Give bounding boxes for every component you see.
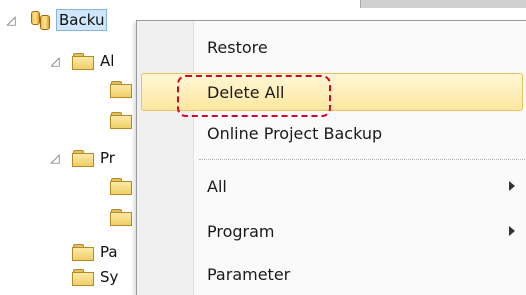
folder-icon [110, 178, 132, 195]
context-menu: Restore Delete All Online Project Backup… [136, 20, 526, 295]
menu-item-online-project-backup[interactable]: Online Project Backup [141, 115, 526, 151]
folder-icon [110, 112, 132, 129]
tree-item-al[interactable]: ◿ Al [48, 49, 114, 73]
tree-item-label: Sy [100, 268, 119, 286]
submenu-arrow-icon [509, 181, 515, 191]
tree-item-label: Pa [100, 243, 118, 261]
tree-item-child[interactable] [110, 205, 132, 229]
tree-item-child[interactable] [110, 108, 132, 132]
tree-root-label[interactable]: Backu [56, 9, 108, 31]
folder-icon [72, 244, 94, 261]
submenu-arrow-icon [509, 226, 515, 236]
menu-item-label: Restore [207, 37, 268, 57]
scroll-region [360, 0, 526, 8]
menu-item-program[interactable]: Program [141, 213, 526, 249]
tree-item-pa[interactable]: Pa [72, 240, 118, 264]
menu-separator [199, 159, 526, 160]
menu-item-all[interactable]: All [141, 168, 526, 204]
tree-item-pr[interactable]: ◿ Pr [48, 146, 115, 170]
tree-item-label: Al [100, 52, 115, 70]
menu-item-label: Program [207, 221, 275, 241]
tree-item-sy[interactable]: Sy [72, 265, 118, 289]
menu-item-label: Online Project Backup [207, 123, 383, 143]
tree-root[interactable]: ◿ Backu [4, 8, 108, 32]
collapse-triangle-icon[interactable]: ◿ [48, 151, 62, 165]
menu-item-restore[interactable]: Restore [141, 29, 526, 65]
folder-icon [110, 209, 132, 226]
collapse-triangle-icon[interactable]: ◿ [4, 13, 18, 27]
database-backup-icon [30, 11, 52, 30]
folder-icon [72, 150, 94, 167]
collapse-triangle-icon[interactable]: ◿ [48, 54, 62, 68]
folder-icon [110, 81, 132, 98]
menu-item-label: All [207, 176, 227, 196]
tree-item-child[interactable] [110, 174, 132, 198]
menu-item-label: Parameter [207, 264, 291, 284]
folder-icon [72, 269, 94, 286]
tree-item-child[interactable] [110, 77, 132, 101]
focus-outline [177, 75, 331, 117]
folder-icon [72, 53, 94, 70]
menu-item-parameter[interactable]: Parameter [141, 256, 526, 292]
tree-item-label: Pr [100, 149, 115, 167]
